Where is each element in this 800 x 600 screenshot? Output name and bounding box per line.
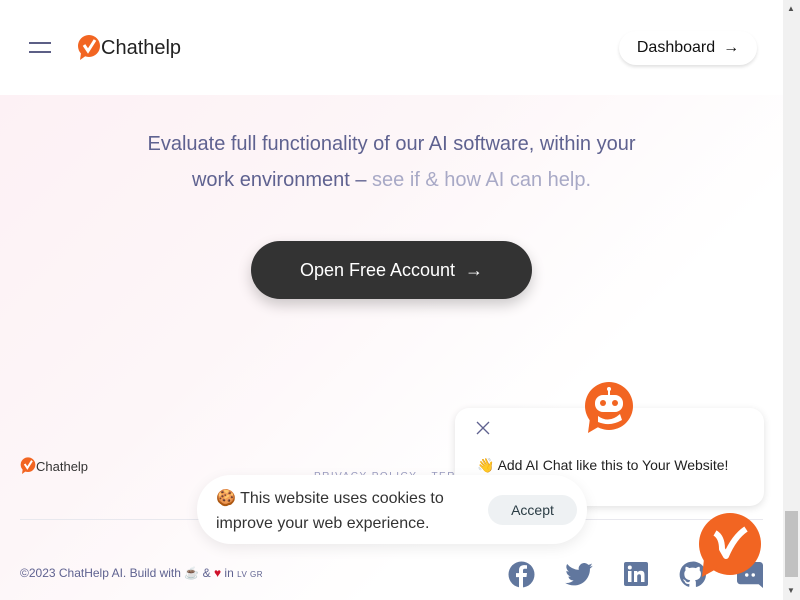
- dashboard-button[interactable]: Dashboard →: [619, 31, 757, 65]
- hamburger-menu-button[interactable]: [29, 42, 51, 54]
- coffee-icon: ☕: [184, 566, 200, 580]
- hero-text: Evaluate full functionality of our AI so…: [0, 126, 783, 198]
- scroll-down-arrow-icon[interactable]: ▼: [787, 586, 795, 595]
- footer-logo[interactable]: Chathelp: [20, 457, 88, 475]
- logo[interactable]: Chathelp: [77, 35, 181, 61]
- copyright: ©2023 ChatHelp AI. Build with ☕ & ♥ in L…: [20, 566, 263, 580]
- cookie-text: This website uses cookies to improve you…: [216, 490, 444, 532]
- and-text: &: [202, 566, 211, 580]
- twitter-icon[interactable]: [565, 563, 593, 586]
- cookie-message: 🍪 This website uses cookies to improve y…: [216, 486, 476, 536]
- footer-brand-name: Chathelp: [36, 458, 89, 474]
- open-free-account-button[interactable]: Open Free Account →: [251, 241, 532, 299]
- in-text: in: [224, 566, 234, 580]
- popup-message-text: Add AI Chat like this to Your Website!: [497, 457, 729, 473]
- accept-cookies-button[interactable]: Accept: [488, 495, 577, 525]
- scrollbar-thumb[interactable]: [785, 511, 798, 577]
- brand-name: Chathelp: [101, 36, 182, 59]
- copyright-text: ©2023 ChatHelp AI. Build with: [20, 566, 181, 580]
- chat-launcher-button[interactable]: [696, 513, 762, 579]
- cookie-banner: 🍪 This website uses cookies to improve y…: [197, 475, 587, 544]
- cta-label: Open Free Account: [299, 259, 456, 280]
- logo-check-bubble-icon: [78, 35, 100, 60]
- linkedin-icon[interactable]: [624, 562, 648, 586]
- popup-message: 👋 Add AI Chat like this to Your Website!: [477, 457, 728, 474]
- language-codes: LV GR: [237, 570, 264, 579]
- facebook-icon[interactable]: [508, 561, 535, 588]
- hero-muted-text: see if & how AI can help.: [372, 169, 592, 191]
- arrow-right-icon: →: [723, 39, 740, 56]
- robot-avatar-icon: [585, 382, 633, 433]
- close-icon[interactable]: [475, 420, 491, 436]
- logo-check-bubble-icon: [20, 457, 36, 474]
- scroll-up-arrow-icon[interactable]: ▲: [787, 4, 795, 13]
- waving-hand-icon: 👋: [477, 457, 495, 473]
- cookie-icon: 🍪: [216, 490, 236, 507]
- scrollbar[interactable]: ▲ ▼: [783, 0, 800, 600]
- arrow-right-icon: →: [465, 259, 484, 280]
- heart-icon: ♥: [213, 566, 222, 580]
- dashboard-label: Dashboard: [636, 39, 716, 56]
- header: Chathelp Dashboard →: [0, 0, 783, 95]
